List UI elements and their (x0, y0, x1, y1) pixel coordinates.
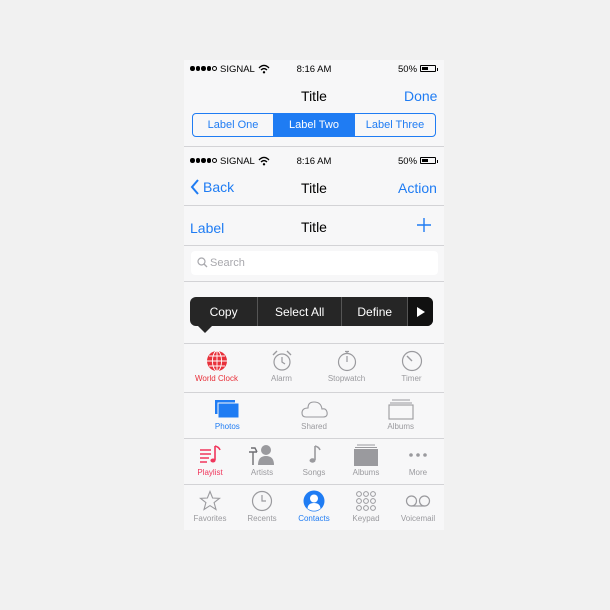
albums-icon (388, 399, 414, 420)
contacts-icon (303, 490, 325, 512)
tab-label: More (408, 468, 428, 477)
battery-percent: 50% (398, 64, 418, 75)
menu-pointer (198, 326, 212, 333)
tab-label: Timer (401, 374, 422, 383)
alarm-icon (272, 350, 291, 371)
tab-more[interactable]: More (392, 439, 444, 484)
plus-icon[interactable] (417, 218, 431, 232)
battery-icon (420, 65, 438, 72)
status-bar: SIGNAL 8:16 AM 50% (184, 60, 444, 80)
tab-label: Stopwatch (327, 374, 366, 383)
segment-item[interactable]: Label Three (354, 114, 435, 136)
keypad-icon (356, 491, 376, 511)
tab-keypad[interactable]: Keypad (340, 485, 392, 530)
cloud-icon (301, 401, 328, 418)
segmented-control: Label One Label Two Label Three (192, 113, 436, 137)
battery-percent: 50% (398, 156, 418, 167)
play-arrow-icon (416, 306, 425, 317)
photos-icon (215, 400, 240, 419)
tab-label: Keypad (352, 514, 380, 523)
battery-icon (420, 157, 438, 164)
voicemail-icon (405, 495, 431, 507)
tab-alarm[interactable]: Alarm (249, 345, 314, 390)
tab-label: Contacts (298, 514, 330, 523)
tab-shared[interactable]: Shared (271, 393, 358, 438)
action-button[interactable]: Action (398, 180, 437, 196)
define-menu-item[interactable]: Define (341, 297, 407, 326)
tab-albums[interactable]: Albums (357, 393, 444, 438)
tab-label: Favorites (193, 514, 227, 523)
search-input[interactable]: Search (191, 251, 438, 275)
tab-photos[interactable]: Photos (184, 393, 271, 438)
tab-label: Recents (247, 514, 277, 523)
more-dots-icon (409, 453, 427, 457)
status-bar: SIGNAL 8:16 AM 50% (184, 152, 444, 172)
tab-albums[interactable]: Albums (340, 439, 392, 484)
tab-label: Alarm (271, 374, 292, 383)
tab-label: Playlist (197, 468, 223, 477)
done-button[interactable]: Done (404, 88, 437, 104)
tab-label: Songs (302, 468, 326, 477)
phone-tab-bar: Favorites Recents Contacts Keypad Voicem… (184, 485, 444, 530)
segment-item[interactable]: Label Two (273, 114, 354, 136)
clock-icon (251, 490, 273, 512)
music-tab-bar: Playlist Artists Songs Albums More (184, 439, 444, 484)
tab-label: Voicemail (400, 514, 436, 523)
timer-icon (401, 350, 422, 372)
artists-icon (249, 445, 274, 465)
albums-stack-icon (354, 444, 378, 466)
clock-tab-bar: World Clock Alarm Stopwatch Timer (184, 345, 444, 390)
tab-recents[interactable]: Recents (236, 485, 288, 530)
segment-item[interactable]: Label One (193, 114, 273, 136)
star-icon (199, 490, 221, 511)
edit-menu: Copy Select All Define (190, 297, 433, 326)
tab-songs[interactable]: Songs (288, 439, 340, 484)
tab-label: Albums (352, 468, 380, 477)
select-all-menu-item[interactable]: Select All (257, 297, 341, 326)
tab-timer[interactable]: Timer (379, 345, 444, 390)
tab-label: Photos (214, 422, 240, 431)
playlist-icon (200, 445, 221, 463)
tab-playlist[interactable]: Playlist (184, 439, 236, 484)
copy-menu-item[interactable]: Copy (190, 297, 257, 326)
search-icon (197, 257, 208, 268)
ui-kit-sheet: SIGNAL 8:16 AM 50% Title Done Label One L… (184, 60, 444, 530)
tab-stopwatch[interactable]: Stopwatch (314, 345, 379, 390)
tab-label: Artists (250, 468, 274, 477)
globe-icon (206, 350, 227, 372)
tab-artists[interactable]: Artists (236, 439, 288, 484)
stopwatch-icon (337, 350, 356, 372)
music-note-icon (309, 445, 321, 463)
tab-label: Shared (301, 422, 327, 431)
tab-world-clock[interactable]: World Clock (184, 345, 249, 390)
search-placeholder: Search (210, 257, 245, 269)
tab-label: Albums (387, 422, 415, 431)
tab-favorites[interactable]: Favorites (184, 485, 236, 530)
tab-voicemail[interactable]: Voicemail (392, 485, 444, 530)
more-menu-button[interactable] (407, 297, 433, 326)
nav-title: Title (301, 219, 327, 235)
photos-tab-bar: Photos Shared Albums (184, 393, 444, 438)
tab-label: World Clock (195, 374, 238, 383)
tab-contacts[interactable]: Contacts (288, 485, 340, 530)
